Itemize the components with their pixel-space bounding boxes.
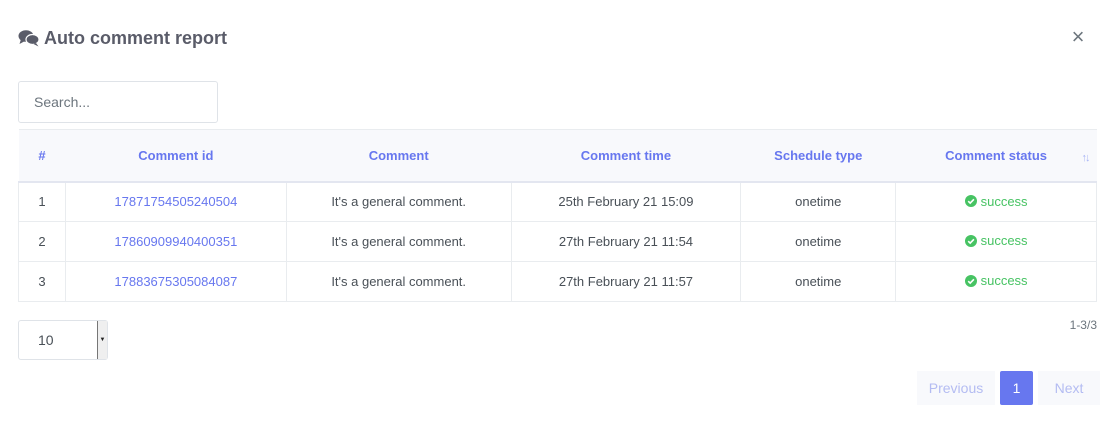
status-text: success xyxy=(980,273,1028,289)
check-circle-icon xyxy=(964,195,977,207)
row-number: 1 xyxy=(18,181,66,222)
comment-id-link[interactable]: 17860909940400351 xyxy=(64,221,287,262)
comment-time: 27th February 21 11:57 xyxy=(510,261,742,302)
status-text: success xyxy=(980,233,1028,249)
page-size-select[interactable]: 10 ▼ xyxy=(18,320,108,360)
column-header-comment-status[interactable]: Comment status ↑↓ xyxy=(895,129,1097,183)
column-header-comment-status-label: Comment status xyxy=(945,147,1048,163)
check-circle-icon xyxy=(964,274,977,287)
modal-header: Auto comment report xyxy=(18,26,227,50)
comment-status: success xyxy=(895,221,1097,262)
column-header-comment-time[interactable]: Comment time xyxy=(511,129,741,183)
row-number: 2 xyxy=(18,221,66,262)
column-header-comment[interactable]: Comment xyxy=(286,129,512,183)
comment-status: success xyxy=(895,261,1097,302)
column-header-schedule-type[interactable]: Schedule type xyxy=(740,129,896,183)
close-button[interactable]: × xyxy=(1070,26,1086,48)
table-row: 3 17883675305084087 It's a general comme… xyxy=(18,261,1097,302)
column-header-number[interactable]: # xyxy=(18,129,66,183)
status-badge: success xyxy=(964,233,1028,249)
schedule-type: onetime xyxy=(740,261,897,302)
comment-text: It's a general comment. xyxy=(285,261,512,302)
comment-table: # Comment id Comment Comment time Schedu… xyxy=(18,129,1097,302)
table-row: 1 17871754505240504 It's a general comme… xyxy=(18,181,1097,222)
pagination-range: 1-3/3 xyxy=(1069,318,1097,332)
table-header-row: # Comment id Comment Comment time Schedu… xyxy=(18,129,1097,183)
status-badge: success xyxy=(964,193,1028,209)
row-number: 3 xyxy=(18,261,66,302)
page-title: Auto comment report xyxy=(44,27,228,48)
comment-id-link[interactable]: 17871754505240504 xyxy=(64,181,287,222)
pagination: Previous 1 Next xyxy=(917,371,1100,405)
comment-time: 27th February 21 11:54 xyxy=(510,221,742,262)
check-circle-icon xyxy=(964,234,977,247)
chevron-down-icon[interactable]: ▼ xyxy=(97,321,107,359)
status-badge: success xyxy=(964,273,1028,289)
column-header-comment-id[interactable]: Comment id xyxy=(65,129,287,183)
comment-text: It's a general comment. xyxy=(285,221,512,262)
table-row: 2 17860909940400351 It's a general comme… xyxy=(18,221,1097,262)
status-text: success xyxy=(980,193,1028,209)
previous-button[interactable]: Previous xyxy=(917,371,995,405)
page-button-current[interactable]: 1 xyxy=(1000,371,1033,405)
comment-time: 25th February 21 15:09 xyxy=(510,181,742,222)
next-button[interactable]: Next xyxy=(1038,371,1100,405)
sort-icon[interactable]: ↑↓ xyxy=(1082,152,1091,164)
comments-icon xyxy=(18,30,40,47)
comment-id-link[interactable]: 17883675305084087 xyxy=(64,261,287,302)
schedule-type: onetime xyxy=(740,221,897,262)
comment-status: success xyxy=(895,181,1097,222)
page-size-value: 10 xyxy=(38,332,54,348)
search-input[interactable] xyxy=(18,81,218,123)
comment-text: It's a general comment. xyxy=(285,181,512,222)
schedule-type: onetime xyxy=(740,181,897,222)
